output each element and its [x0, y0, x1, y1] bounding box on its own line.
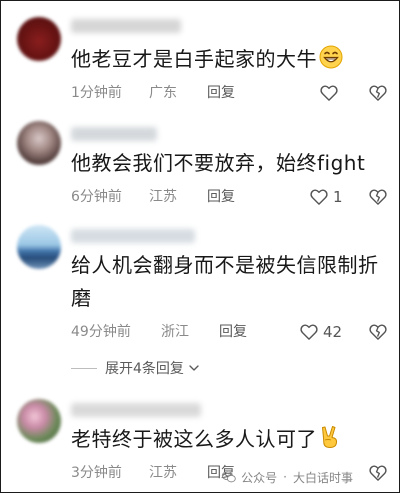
comment-text: 他教会我们不要放弃，始终fight — [71, 147, 389, 180]
comment-list: 他老豆才是白手起家的大牛 1分钟前 广东 回复 他教会我们不要放弃，始终figh… — [0, 0, 400, 493]
reply-button[interactable]: 回复 — [219, 322, 247, 342]
wechat-icon — [222, 471, 236, 483]
comment-text-content: 他教会我们不要放弃，始终fight — [71, 151, 366, 175]
heart-outline-icon — [320, 85, 338, 101]
expand-replies-button[interactable]: 展开4条回复 — [71, 357, 331, 379]
comment-text: 他老豆才是白手起家的大牛 — [71, 43, 389, 79]
avatar[interactable] — [17, 225, 61, 269]
chevron-down-icon — [189, 365, 199, 371]
comment-text-content: 给人机会翻身而不是被失信限制折磨 — [71, 253, 379, 310]
comment-location: 浙江 — [161, 324, 189, 340]
dislike-button[interactable] — [368, 187, 388, 207]
like-button[interactable]: 42 — [299, 322, 342, 342]
username-blurred[interactable] — [71, 403, 201, 417]
reply-button[interactable]: 回复 — [207, 83, 235, 103]
dislike-button[interactable] — [368, 83, 388, 103]
dislike-button[interactable] — [368, 463, 388, 483]
comment-time: 1分钟前 — [71, 85, 122, 101]
comment-location: 江苏 — [149, 465, 177, 481]
broken-heart-outline-icon — [369, 85, 387, 101]
heart-outline-icon — [310, 189, 328, 205]
like-button[interactable]: 1 — [309, 187, 343, 207]
broken-heart-outline-icon — [369, 189, 387, 205]
victory-hand-emoji — [319, 425, 341, 459]
comment-text: 给人机会翻身而不是被失信限制折磨 — [71, 249, 389, 315]
comment-location: 广东 — [149, 85, 177, 101]
expand-replies-label: 展开4条回复 — [105, 361, 184, 377]
username-blurred[interactable] — [71, 229, 195, 243]
grin-emoji — [319, 45, 343, 79]
comment-time: 49分钟前 — [71, 324, 131, 340]
like-button[interactable] — [319, 83, 343, 103]
comment-text: 老特终于被这么多人认可了 — [71, 423, 389, 459]
like-count: 42 — [323, 323, 343, 341]
like-count: 1 — [333, 188, 343, 206]
broken-heart-outline-icon — [369, 465, 387, 481]
broken-heart-outline-icon — [369, 324, 387, 340]
watermark-separator: · — [283, 470, 287, 484]
divider — [71, 367, 97, 369]
dislike-button[interactable] — [368, 322, 388, 342]
comment-text-content: 老特终于被这么多人认可了 — [71, 427, 317, 451]
avatar[interactable] — [17, 121, 61, 165]
watermark: 公众号 · 大白话时事 — [221, 468, 353, 486]
watermark-source: 公众号 — [241, 470, 278, 485]
comment-time: 3分钟前 — [71, 465, 122, 481]
comment-location: 江苏 — [149, 189, 177, 205]
watermark-name: 大白话时事 — [292, 470, 353, 485]
comment-time: 6分钟前 — [71, 189, 122, 205]
comment-text-content: 他老豆才是白手起家的大牛 — [71, 47, 317, 71]
reply-button[interactable]: 回复 — [207, 187, 235, 207]
avatar[interactable] — [17, 399, 61, 443]
username-blurred[interactable] — [71, 19, 181, 33]
heart-outline-icon — [300, 324, 318, 340]
avatar[interactable] — [17, 17, 61, 61]
username-blurred[interactable] — [71, 127, 157, 141]
